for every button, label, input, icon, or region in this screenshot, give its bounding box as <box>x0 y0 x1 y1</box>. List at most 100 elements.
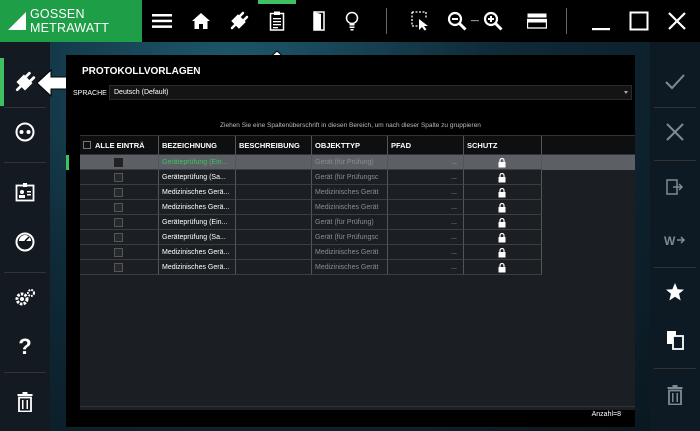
cell-objekttyp: Medizinisches Gerät <box>312 245 388 260</box>
right-delete-button[interactable] <box>650 375 700 415</box>
right-bar-divider <box>654 368 696 369</box>
minimize-button[interactable] <box>588 0 614 42</box>
table-row[interactable]: Medizinisches Gerä... Medizinisches Gerät… <box>80 185 635 200</box>
lock-icon <box>498 217 506 228</box>
table-row[interactable]: Medizinisches Gerä... Medizinisches Gerät… <box>80 245 635 260</box>
layout-icon <box>527 13 547 29</box>
x-icon <box>666 123 684 141</box>
table-row[interactable]: Geräteprüfung (Sa... Gerät (für Prüfungsc… <box>80 170 635 185</box>
row-select-cell[interactable] <box>80 215 159 230</box>
row-checkbox[interactable] <box>114 248 123 257</box>
zoom-in-button[interactable] <box>480 0 506 42</box>
row-checkbox[interactable] <box>114 158 123 167</box>
path-browse-button[interactable]: ... <box>451 155 457 169</box>
lock-icon <box>498 247 506 258</box>
row-select-cell[interactable] <box>80 155 159 170</box>
path-browse-button[interactable]: ... <box>451 185 457 199</box>
export-button[interactable] <box>650 167 700 207</box>
table-row[interactable]: Medizinisches Gerä... Medizinisches Gerät… <box>80 200 635 215</box>
table-header: ALLE EINTRÄ BEZEICHNUNG BESCHREIBUNG OBJ… <box>80 136 635 155</box>
path-browse-button[interactable]: ... <box>451 170 457 184</box>
row-checkbox[interactable] <box>114 173 123 182</box>
zoom-out-icon <box>447 11 467 31</box>
row-checkbox[interactable] <box>114 263 123 272</box>
left-nav-settings[interactable] <box>0 277 50 317</box>
cell-objekttyp: Gerät (für Prüfung) <box>312 215 388 230</box>
lock-icon <box>498 232 506 243</box>
id-card-icon <box>15 183 35 202</box>
column-header-all[interactable]: ALLE EINTRÄ <box>80 136 159 155</box>
trash-icon <box>17 392 33 412</box>
export-icon <box>666 179 684 195</box>
door-button[interactable] <box>306 0 332 42</box>
path-browse-button[interactable]: ... <box>451 245 457 259</box>
table-row[interactable]: Medizinisches Gerä... Medizinisches Gerät… <box>80 260 635 275</box>
plug-button[interactable] <box>224 0 254 42</box>
cancel-button[interactable] <box>650 112 700 152</box>
row-checkbox[interactable] <box>114 233 123 242</box>
cell-beschreibung <box>236 170 312 185</box>
row-select-cell[interactable] <box>80 245 159 260</box>
zoom-out-button[interactable] <box>444 0 470 42</box>
favorite-button[interactable] <box>650 272 700 312</box>
select-mode-button[interactable] <box>406 0 436 42</box>
close-window-button[interactable] <box>662 0 692 42</box>
star-icon <box>666 283 684 301</box>
path-browse-button[interactable]: ... <box>451 200 457 214</box>
word-export-button[interactable]: W <box>650 220 700 260</box>
column-header-bezeichnung[interactable]: BEZEICHNUNG <box>159 136 236 155</box>
left-nav-help[interactable]: ? <box>0 327 50 367</box>
door-icon <box>313 11 325 31</box>
row-select-cell[interactable] <box>80 260 159 275</box>
home-icon <box>192 13 210 29</box>
clipboard-icon <box>269 11 285 31</box>
brand-name: GOSSEN METRAWATT <box>30 7 110 35</box>
lock-icon <box>498 172 506 183</box>
menu-button[interactable] <box>148 0 176 42</box>
column-header-pfad[interactable]: PFAD <box>388 136 464 155</box>
bulb-button[interactable] <box>339 0 365 42</box>
cell-objekttyp: Medizinisches Gerät <box>312 185 388 200</box>
right-bar-divider <box>654 160 696 161</box>
group-by-drop-area[interactable]: Ziehen Sie eine Spaltenüberschrift in di… <box>66 117 635 135</box>
copy-icon <box>667 331 684 350</box>
cell-schutz <box>464 260 542 275</box>
cell-pfad: ... <box>388 170 464 185</box>
select-all-checkbox[interactable] <box>83 141 91 149</box>
row-checkbox[interactable] <box>114 218 123 227</box>
path-browse-button[interactable]: ... <box>451 215 457 229</box>
table-row[interactable]: Geräteprüfung (Ein... Gerät (für Prüfung)… <box>66 155 635 170</box>
table-row[interactable]: Geräteprüfung (Sa... Gerät (für Prüfungsc… <box>80 230 635 245</box>
row-checkbox[interactable] <box>114 203 123 212</box>
table-row[interactable]: Geräteprüfung (Ein... Gerät (für Prüfung)… <box>80 215 635 230</box>
copy-button[interactable] <box>650 320 700 360</box>
cell-beschreibung <box>236 185 312 200</box>
column-header-objekttyp[interactable]: OBJEKTTYP <box>312 136 388 155</box>
home-button[interactable] <box>186 0 216 42</box>
maximize-button[interactable] <box>626 0 652 42</box>
column-header-schutz[interactable]: SCHUTZ <box>464 136 542 155</box>
confirm-button[interactable] <box>650 62 700 102</box>
toolbar-separator <box>386 8 387 34</box>
left-nav-customers[interactable] <box>0 172 50 212</box>
layout-button[interactable] <box>522 0 552 42</box>
close-icon <box>668 12 686 30</box>
row-select-cell[interactable] <box>80 200 159 215</box>
cell-pfad: ... <box>388 185 464 200</box>
column-header-beschreibung[interactable]: BESCHREIBUNG <box>236 136 312 155</box>
row-checkbox[interactable] <box>114 188 123 197</box>
row-select-cell[interactable] <box>80 230 159 245</box>
left-nav-divider <box>4 372 46 373</box>
selected-row-indicator <box>66 155 69 170</box>
protocol-templates-button[interactable] <box>261 0 293 42</box>
left-nav-sockets[interactable] <box>0 112 50 152</box>
language-select[interactable]: Deutsch (Default) <box>109 85 632 100</box>
column-header-label: ALLE EINTRÄ <box>95 141 145 150</box>
path-browse-button[interactable]: ... <box>451 230 457 244</box>
left-nav-measurement[interactable] <box>0 222 50 262</box>
row-select-cell[interactable] <box>80 170 159 185</box>
row-select-cell[interactable] <box>80 185 159 200</box>
path-browse-button[interactable]: ... <box>451 260 457 274</box>
left-nav-delete[interactable] <box>0 382 50 422</box>
plug-icon <box>230 11 249 30</box>
